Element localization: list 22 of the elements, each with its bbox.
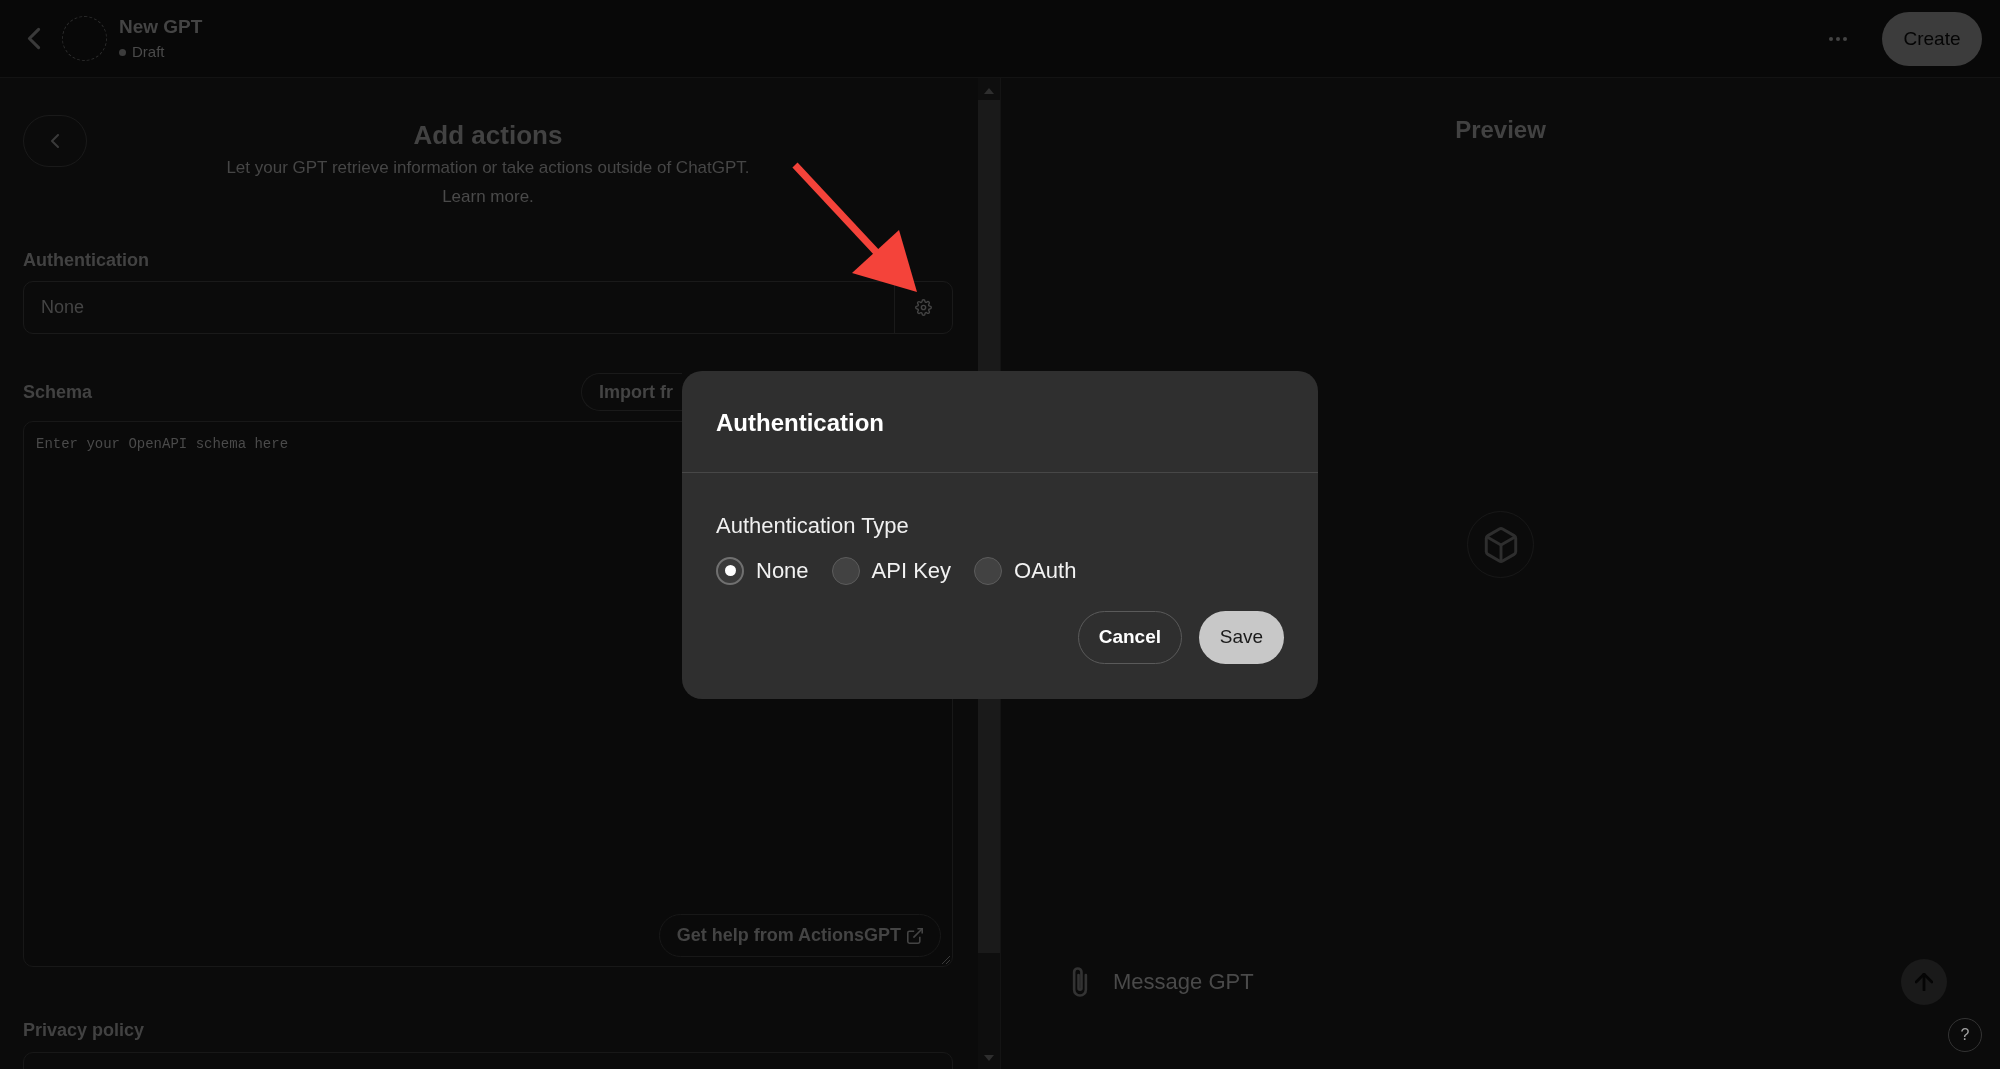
- authentication-type-label: Authentication Type: [716, 512, 909, 539]
- more-options-icon[interactable]: [1829, 36, 1847, 41]
- page-description: Let your GPT retrieve information or take actions outside of ChatGPT.: [226, 157, 750, 179]
- radio-button[interactable]: [974, 556, 1003, 585]
- resize-handle-icon[interactable]: [942, 956, 950, 964]
- chevron-left-icon[interactable]: [51, 134, 59, 148]
- back-icon[interactable]: [27, 27, 41, 50]
- settings-icon[interactable]: [915, 299, 932, 316]
- radio-label[interactable]: OAuth: [1014, 556, 1077, 585]
- gpt-name: New GPT: [119, 15, 203, 39]
- external-link-icon[interactable]: [907, 927, 923, 944]
- status-label: Draft: [132, 42, 165, 62]
- paperclip-icon[interactable]: [1070, 967, 1090, 997]
- radio-button[interactable]: [831, 556, 860, 585]
- status-dot-icon: [119, 48, 126, 56]
- message-input[interactable]: Message GPT: [1113, 962, 1901, 1002]
- radio-label[interactable]: API Key: [871, 556, 952, 585]
- radio-button[interactable]: [716, 556, 744, 585]
- scroll-up-icon[interactable]: [984, 88, 994, 94]
- scroll-down-icon[interactable]: [984, 1055, 994, 1061]
- save-button[interactable]: Save: [1199, 610, 1284, 664]
- radio-label[interactable]: None: [756, 556, 809, 585]
